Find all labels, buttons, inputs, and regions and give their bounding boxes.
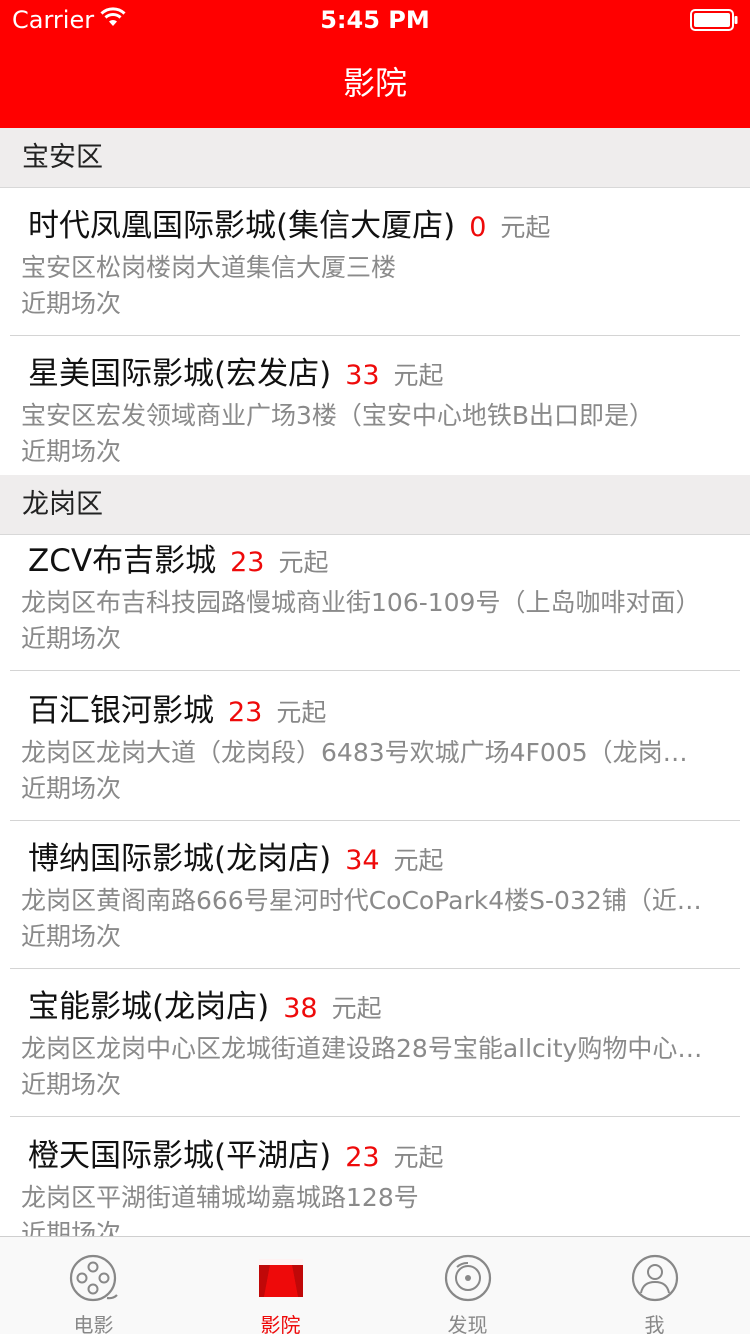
- navigation-bar: 影院: [0, 40, 750, 128]
- status-bar: Carrier 5:45 PM: [0, 0, 750, 40]
- cinema-price: 33: [345, 360, 380, 391]
- user-profile-icon: [631, 1254, 678, 1302]
- cinema-address: 龙岗区平湖街道辅城坳嘉城路128号: [21, 1183, 419, 1212]
- cinema-row[interactable]: 时代凤凰国际影城(集信大厦店) 0 元起 宝安区松岗楼岗大道集信大厦三楼 近期场次: [0, 188, 750, 336]
- status-time: 5:45 PM: [320, 6, 430, 34]
- cinema-row[interactable]: 星美国际影城(宏发店) 33 元起 宝安区宏发领域商业广场3楼（宝安中心地铁B出口即…: [0, 336, 750, 484]
- cinema-screen-icon: [258, 1259, 303, 1297]
- row-divider: [10, 1116, 740, 1117]
- cinema-price: 34: [345, 845, 380, 876]
- cinema-schedule: 近期场次: [21, 289, 122, 318]
- tab-me[interactable]: 我: [561, 1237, 748, 1337]
- price-unit: 元起: [393, 361, 444, 390]
- cinema-address: 龙岗区布吉科技园路慢城商业街106-109号（上岛咖啡对面）: [21, 588, 701, 617]
- cinema-name: 橙天国际影城(平湖店): [28, 1138, 332, 1174]
- cinema-row[interactable]: 宝能影城(龙岗店) 38 元起 龙岗区龙岗中心区龙城街道建设路28号宝能allcit…: [0, 969, 750, 1117]
- price-unit: 元起: [276, 698, 327, 727]
- tab-cinemas[interactable]: 影院: [187, 1237, 374, 1337]
- tab-discover[interactable]: 发现: [374, 1237, 561, 1337]
- cinema-name: 时代凤凰国际影城(集信大厦店): [28, 208, 456, 244]
- cinema-address: 宝安区宏发领域商业广场3楼（宝安中心地铁B出口即是）: [21, 401, 655, 430]
- film-reel-icon: [69, 1254, 118, 1302]
- cinema-row[interactable]: 百汇银河影城 23 元起 龙岗区龙岗大道（龙岗段）6483号欢城广场4F005（龙岗…: [0, 673, 750, 821]
- cinema-schedule: 近期场次: [21, 1070, 122, 1099]
- row-divider: [10, 670, 740, 671]
- cinema-row[interactable]: 博纳国际影城(龙岗店) 34 元起 龙岗区黄阁南路666号星河时代CoCoPark4…: [0, 821, 750, 969]
- price-unit: 元起: [278, 548, 329, 577]
- tab-movies[interactable]: 电影: [0, 1237, 187, 1337]
- cinema-address: 龙岗区黄阁南路666号星河时代CoCoPark4楼S-032铺（近…: [21, 886, 702, 915]
- cinema-name: 宝能影城(龙岗店): [28, 989, 270, 1025]
- price-unit: 元起: [331, 994, 382, 1023]
- cinema-schedule: 近期场次: [21, 624, 122, 653]
- cinema-address: 龙岗区龙岗中心区龙城街道建设路28号宝能allcity购物中心…: [21, 1034, 703, 1063]
- cinema-price: 0: [469, 212, 487, 243]
- cinema-address: 龙岗区龙岗大道（龙岗段）6483号欢城广场4F005（龙岗…: [21, 738, 688, 767]
- cinema-schedule: 近期场次: [21, 922, 122, 951]
- cinema-name: ZCV布吉影城: [28, 543, 217, 579]
- cinema-list[interactable]: 宝安区 时代凤凰国际影城(集信大厦店) 0 元起 宝安区松岗楼岗大道集信大厦三楼 近…: [0, 128, 750, 1236]
- cinema-price: 23: [230, 547, 265, 578]
- discover-compass-icon: [444, 1254, 491, 1302]
- battery-icon: [690, 9, 738, 31]
- section-header-baoan: 宝安区: [0, 128, 750, 188]
- cinema-row[interactable]: ZCV布吉影城 23 元起 龙岗区布吉科技园路慢城商业街106-109号（上岛咖啡对…: [0, 523, 750, 671]
- price-unit: 元起: [393, 1143, 444, 1172]
- price-unit: 元起: [393, 846, 444, 875]
- price-unit: 元起: [500, 213, 551, 242]
- cinema-schedule: 近期场次: [21, 437, 122, 466]
- tab-bar: 电影 影院 发现 我: [0, 1236, 750, 1337]
- cinema-address: 宝安区松岗楼岗大道集信大厦三楼: [21, 253, 397, 282]
- cinema-schedule: 近期场次: [21, 1219, 122, 1236]
- cinema-name: 百汇银河影城: [28, 693, 214, 729]
- cinema-name: 博纳国际影城(龙岗店): [28, 841, 332, 877]
- cinema-price: 23: [228, 697, 263, 728]
- cinema-row[interactable]: 橙天国际影城(平湖店) 23 元起 龙岗区平湖街道辅城坳嘉城路128号 近期场次: [0, 1118, 750, 1236]
- cinema-name: 星美国际影城(宏发店): [28, 356, 332, 392]
- cinema-price: 38: [283, 993, 318, 1024]
- page-title: 影院: [342, 64, 407, 102]
- cinema-price: 23: [345, 1142, 380, 1173]
- cinema-schedule: 近期场次: [21, 774, 122, 803]
